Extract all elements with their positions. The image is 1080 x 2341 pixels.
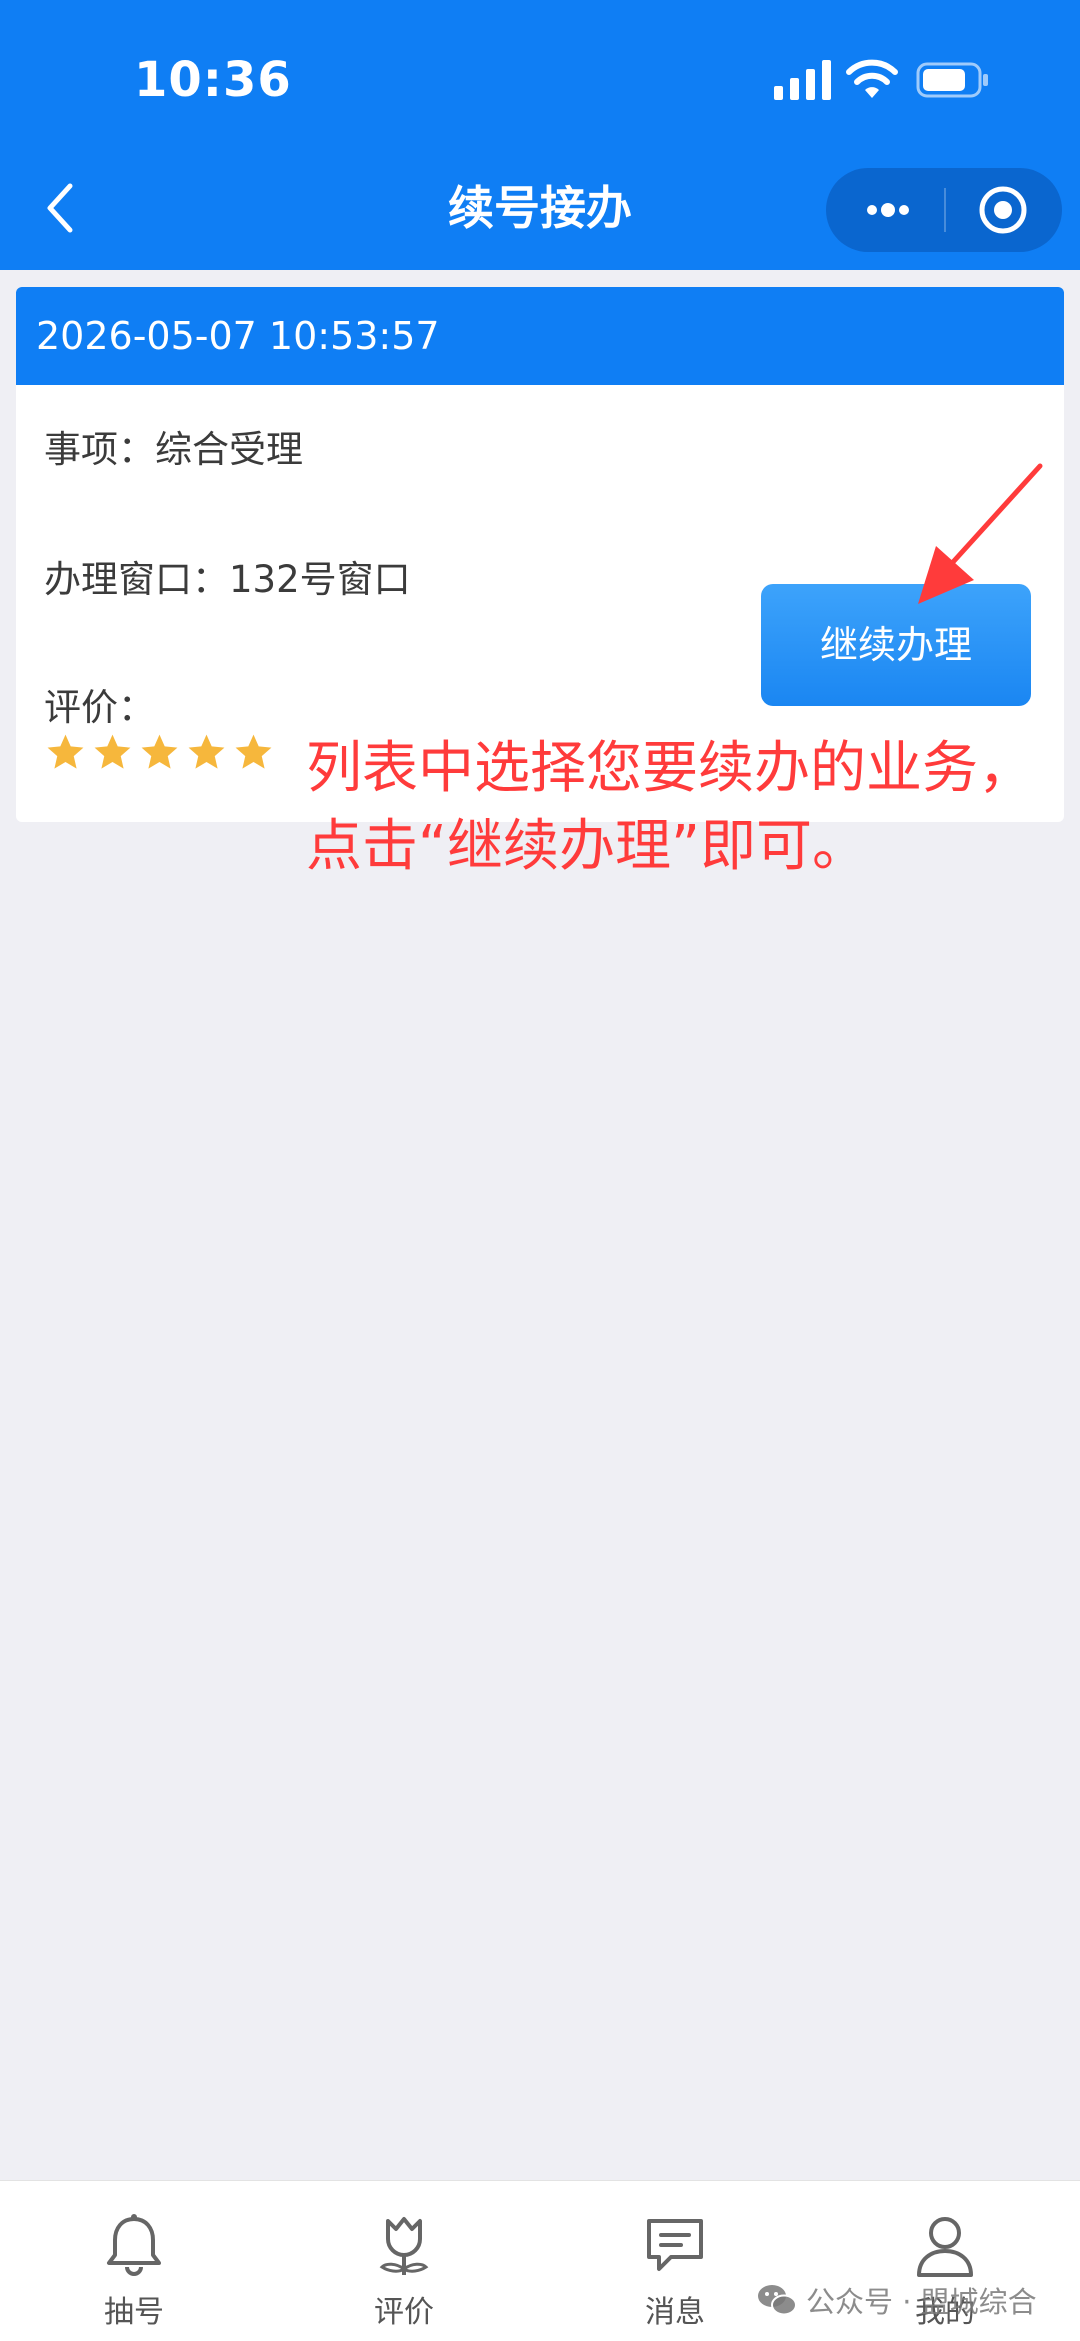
annotation-line-1: 列表中选择您要续办的业务， bbox=[306, 736, 1034, 801]
record-datetime: 2026-05-07 10:53:57 bbox=[36, 314, 440, 358]
tab-label: 抽号 bbox=[104, 2295, 164, 2330]
card-header: 2026-05-07 10:53:57 bbox=[16, 287, 1064, 385]
user-icon bbox=[917, 2217, 973, 2277]
capsule-divider bbox=[944, 188, 946, 232]
rating-row: 评价： bbox=[44, 683, 155, 733]
status-time: 10:36 bbox=[134, 52, 292, 108]
tab-messages[interactable]: 消息 bbox=[575, 2211, 775, 2331]
miniprogram-capsule bbox=[826, 168, 1062, 252]
battery-icon bbox=[916, 62, 988, 98]
wifi-icon bbox=[846, 59, 898, 98]
tab-draw-number[interactable]: 抽号 bbox=[34, 2211, 234, 2331]
bell-icon bbox=[107, 2214, 161, 2276]
item-row: 事项：综合受理 bbox=[44, 425, 303, 475]
item-label: 事项： bbox=[44, 428, 155, 471]
tab-label: 评价 bbox=[374, 2295, 434, 2330]
annotation-line-2: 点击“继续办理”即可。 bbox=[306, 814, 869, 879]
window-row: 办理窗口：132号窗口 bbox=[44, 555, 411, 605]
window-label: 办理窗口： bbox=[44, 558, 229, 601]
star-icon bbox=[141, 734, 178, 769]
wechat-icon bbox=[758, 2285, 797, 2316]
rating-stars bbox=[44, 731, 275, 779]
annotation-arrow-icon bbox=[918, 463, 1043, 604]
signal-icon bbox=[774, 60, 831, 100]
star-icon bbox=[235, 734, 272, 769]
item-value: 综合受理 bbox=[155, 428, 303, 471]
message-icon bbox=[647, 2219, 703, 2271]
watermark-text: 公众号 · 盟城综合 bbox=[806, 2285, 1037, 2319]
header: 10:36 续号接办 bbox=[0, 0, 1080, 270]
more-button[interactable] bbox=[848, 188, 928, 232]
tab-evaluate[interactable]: 评价 bbox=[304, 2211, 504, 2331]
star-icon bbox=[47, 734, 84, 769]
star-icon bbox=[94, 734, 131, 769]
flower-icon bbox=[379, 2217, 429, 2275]
close-target-icon[interactable] bbox=[966, 184, 1040, 236]
star-icon bbox=[188, 734, 225, 769]
wechat-watermark: 公众号 · 盟城综合 bbox=[756, 2276, 1037, 2324]
tab-label: 消息 bbox=[645, 2295, 705, 2330]
rating-label: 评价： bbox=[44, 686, 155, 729]
window-value: 132号窗口 bbox=[229, 558, 411, 601]
annotation-note: 列表中选择您要续办的业务， 点击“继续办理”即可。 bbox=[306, 730, 1066, 886]
